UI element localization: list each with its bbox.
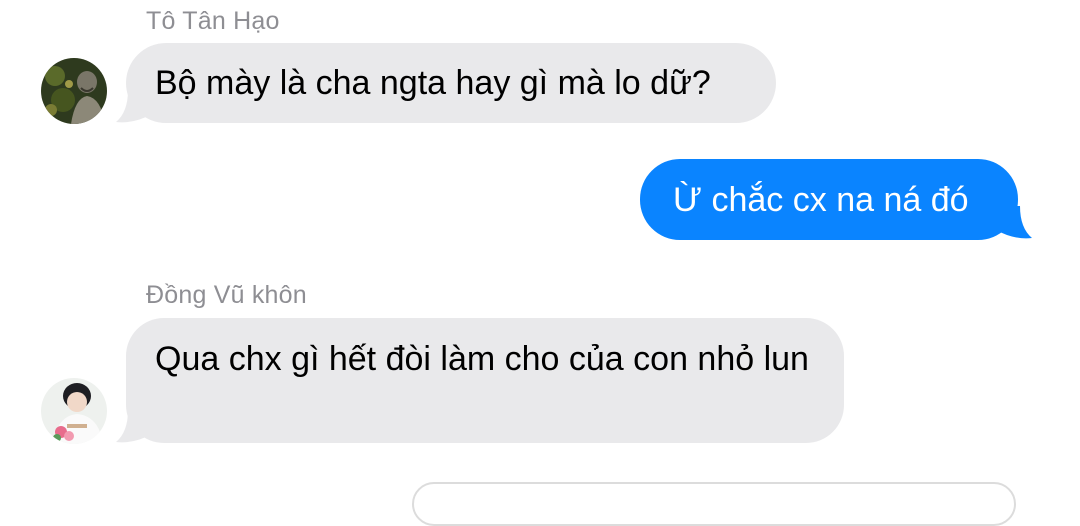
outgoing-message-1[interactable]: Ừ chắc cx na ná đó — [640, 159, 1018, 240]
avatar-to-tan-hao-icon — [41, 58, 107, 124]
incoming-message-1[interactable]: Bộ mày là cha ngta hay gì mà lo dữ? — [126, 43, 776, 123]
incoming-message-2[interactable]: Qua chx gì hết đòi làm cho của con nhỏ l… — [126, 318, 844, 443]
next-message-bubble-partial — [412, 482, 1016, 526]
message-text-1: Bộ mày là cha ngta hay gì mà lo dữ? — [155, 64, 711, 102]
message-text-3: Qua chx gì hết đòi làm cho của con nhỏ l… — [155, 340, 809, 378]
message-text-2: Ừ chắc cx na ná đó — [673, 181, 969, 219]
sender-name-2: Đồng Vũ khôn — [146, 281, 307, 309]
avatar-1[interactable] — [41, 58, 107, 124]
avatar-dong-vu-khon-icon — [41, 378, 107, 444]
avatar-2[interactable] — [41, 378, 107, 444]
sender-name-1: Tô Tân Hạo — [146, 7, 280, 35]
